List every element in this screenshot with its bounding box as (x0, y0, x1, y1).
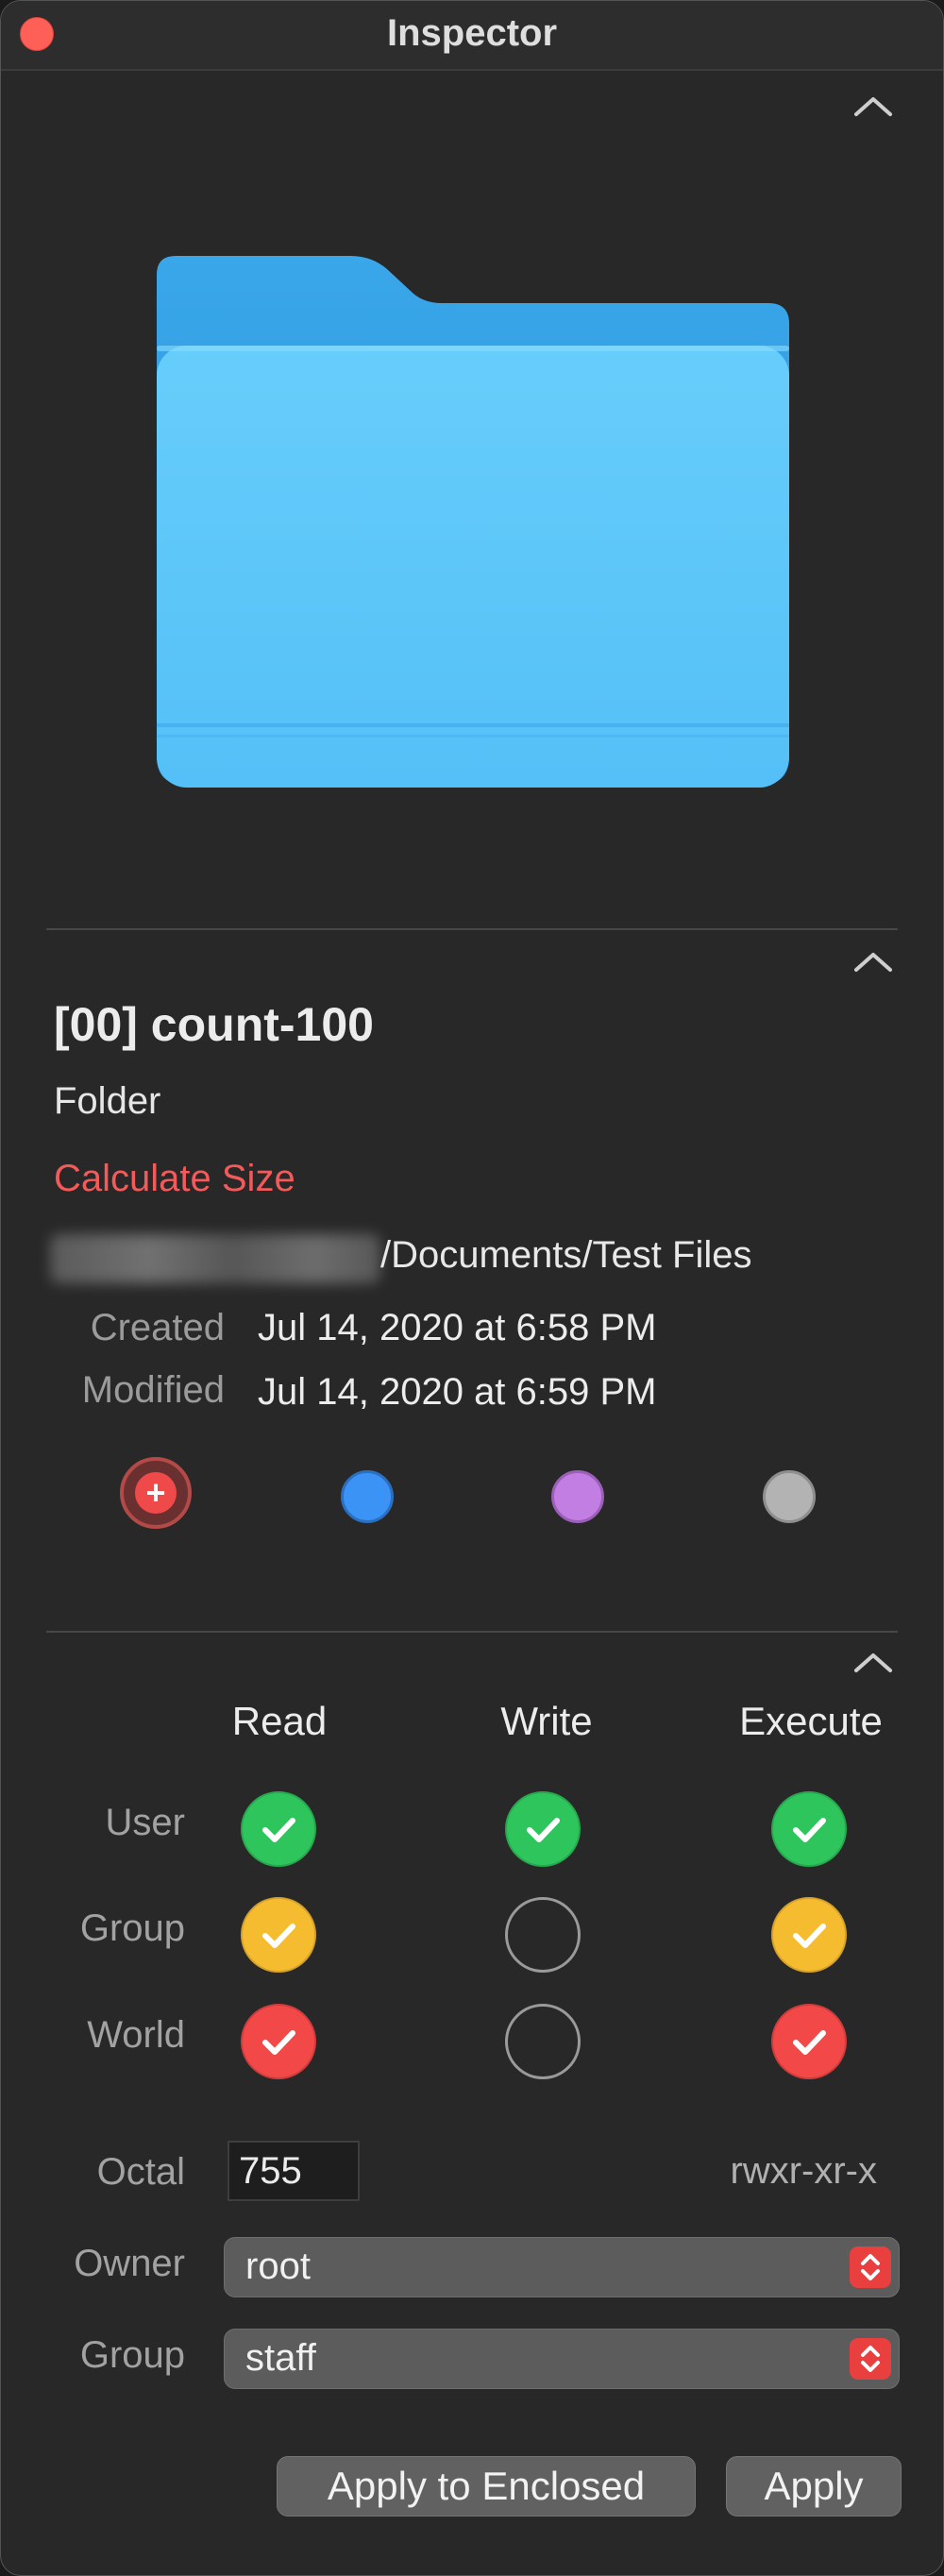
user-read-checkbox[interactable] (241, 1791, 316, 1867)
world-read-checkbox[interactable] (241, 2004, 316, 2079)
created-label: Created (90, 1307, 225, 1348)
up-down-chevron-icon (850, 2338, 891, 2380)
tag-red[interactable]: + (120, 1457, 192, 1529)
folder-icon (157, 256, 789, 789)
collapse-preview-chevron-icon[interactable] (852, 93, 894, 118)
group-value: staff (245, 2337, 316, 2379)
title-bar: Inspector (1, 1, 943, 71)
collapse-info-chevron-icon[interactable] (852, 949, 894, 974)
inspector-window: Inspector [00] count-100 Folder Calculat… (0, 0, 944, 2576)
user-write-checkbox[interactable] (505, 1791, 581, 1867)
window-title: Inspector (386, 12, 558, 54)
world-write-checkbox[interactable] (505, 2004, 581, 2079)
row-user: User (105, 1802, 185, 1843)
symbolic-permissions: rwxr-xr-x (730, 2150, 878, 2192)
created-value: Jul 14, 2020 at 6:58 PM (258, 1307, 657, 1348)
section-divider (46, 1631, 898, 1633)
row-group: Group (79, 1907, 185, 1949)
owner-select[interactable]: root (224, 2237, 900, 2297)
tag-blue[interactable] (341, 1470, 394, 1523)
group-read-checkbox[interactable] (241, 1897, 316, 1973)
group-select[interactable]: staff (224, 2329, 900, 2389)
owner-value: root (245, 2246, 311, 2287)
section-divider (46, 928, 898, 930)
column-read: Read (231, 1699, 328, 1743)
owner-label: Owner (74, 2243, 185, 2284)
tag-gray[interactable] (763, 1470, 816, 1523)
column-execute: Execute (739, 1699, 883, 1743)
row-world: World (87, 2014, 185, 2056)
user-execute-checkbox[interactable] (771, 1791, 847, 1867)
modified-label: Modified (81, 1369, 225, 1411)
group-label: Group (79, 2334, 185, 2376)
group-execute-checkbox[interactable] (771, 1897, 847, 1973)
up-down-chevron-icon (850, 2246, 891, 2288)
world-execute-checkbox[interactable] (771, 2004, 847, 2079)
apply-button[interactable]: Apply (726, 2456, 902, 2517)
octal-input[interactable] (228, 2141, 360, 2201)
group-write-checkbox[interactable] (505, 1897, 581, 1973)
octal-label: Octal (96, 2151, 185, 2193)
file-name: [00] count-100 (54, 998, 374, 1051)
file-kind: Folder (54, 1080, 161, 1122)
redacted-path-prefix (50, 1234, 380, 1283)
calculate-size-link[interactable]: Calculate Size (54, 1158, 295, 1200)
modified-value: Jul 14, 2020 at 6:59 PM (258, 1371, 657, 1413)
plus-icon: + (145, 1473, 166, 1512)
column-write: Write (500, 1699, 593, 1743)
collapse-permissions-chevron-icon[interactable] (852, 1650, 894, 1674)
apply-to-enclosed-button[interactable]: Apply to Enclosed (277, 2456, 696, 2517)
file-path: /Documents/Test Files (380, 1234, 752, 1276)
tag-purple[interactable] (551, 1470, 604, 1523)
